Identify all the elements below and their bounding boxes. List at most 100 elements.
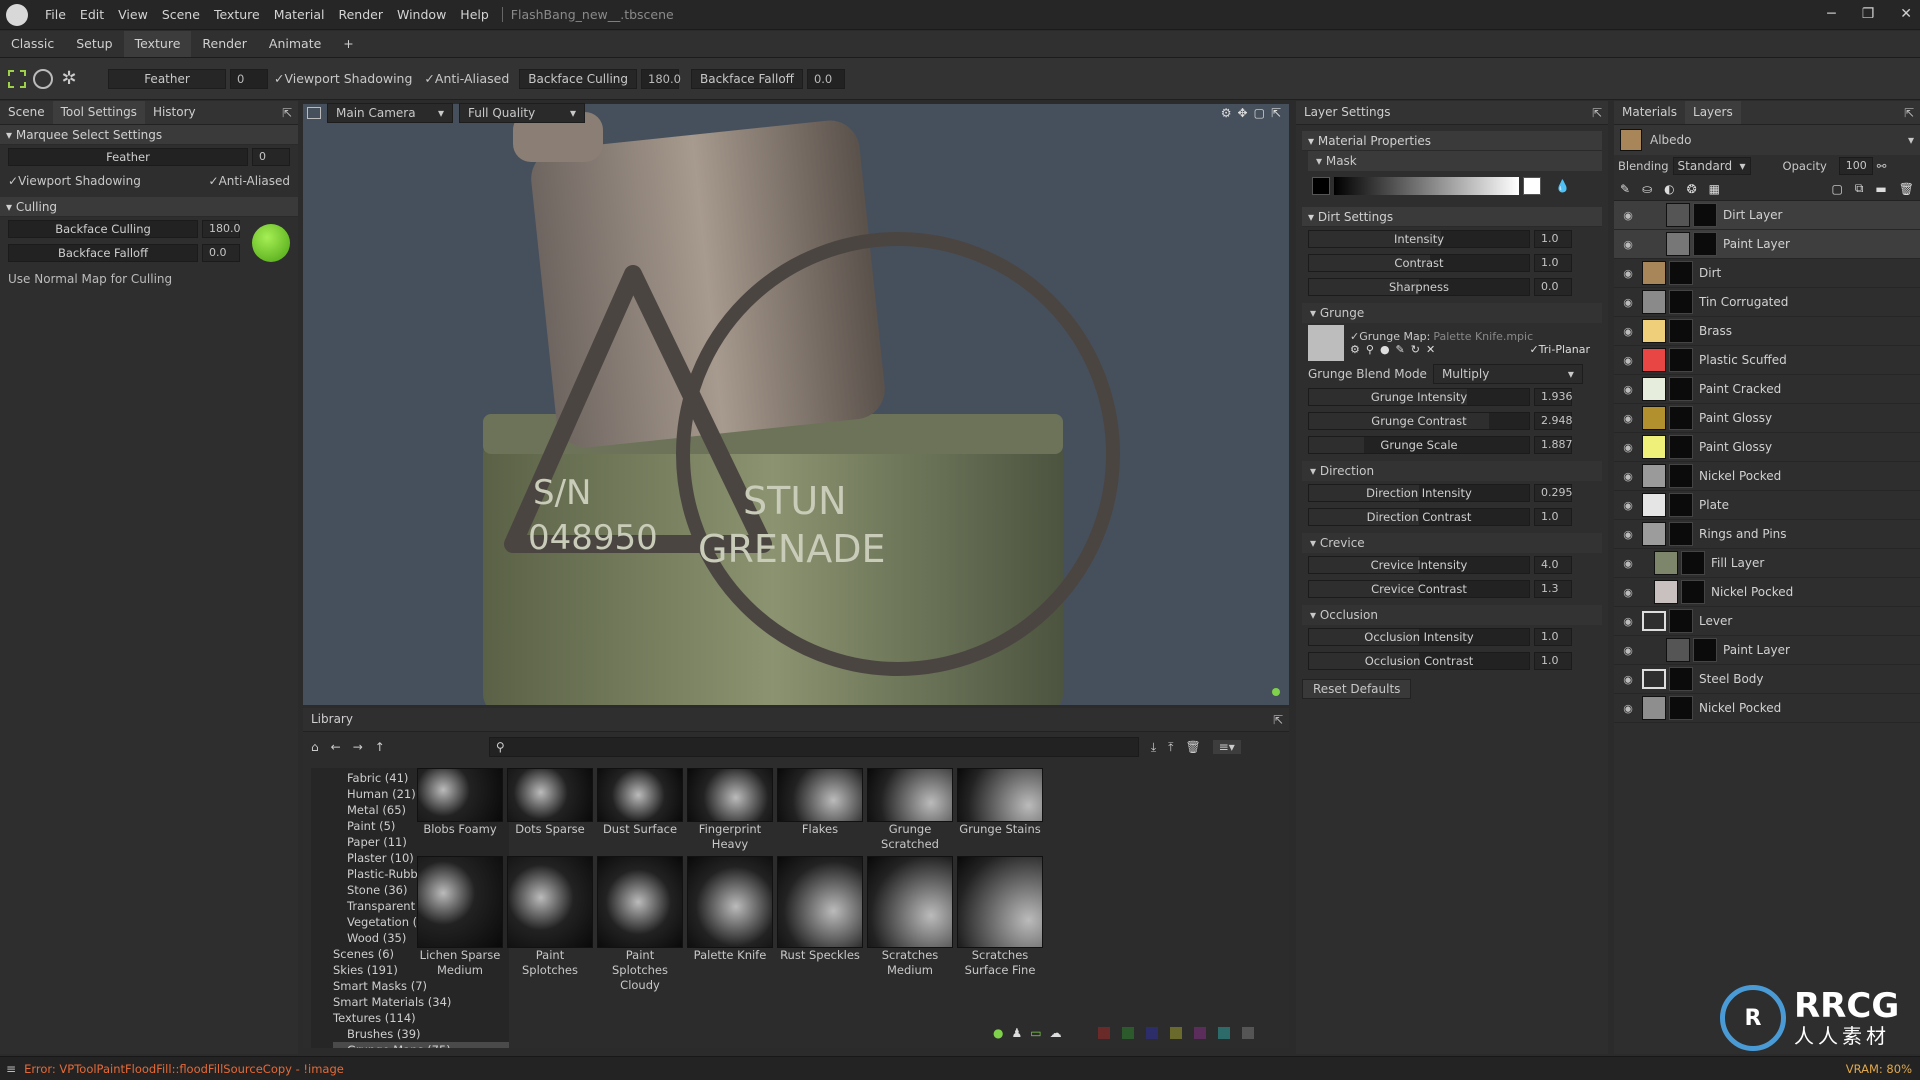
- backface-falloff-value[interactable]: 0.0: [202, 244, 240, 262]
- layer-row[interactable]: ◉ Dirt: [1614, 259, 1920, 288]
- eye-icon[interactable]: ◉: [1620, 383, 1636, 396]
- color-filter-swatch[interactable]: [1193, 1027, 1206, 1039]
- cloud-filter-icon[interactable]: ☁: [1050, 1026, 1062, 1040]
- color-filter-swatch[interactable]: [1217, 1027, 1230, 1039]
- setting-slider[interactable]: Grunge Scale: [1308, 436, 1530, 454]
- library-item[interactable]: Scratches Surface Fine: [957, 856, 1043, 993]
- eye-icon[interactable]: ◉: [1620, 586, 1636, 599]
- eye-icon[interactable]: ◉: [1620, 354, 1636, 367]
- color-filter-swatch[interactable]: [1241, 1027, 1254, 1039]
- setting-slider[interactable]: Occlusion Contrast: [1308, 652, 1530, 670]
- tab-add[interactable]: +: [332, 31, 364, 57]
- monitor-filter-icon[interactable]: ▭: [1030, 1026, 1041, 1040]
- grunge-blend-select[interactable]: Multiply ▾: [1432, 364, 1583, 384]
- link-icon[interactable]: ⚯: [1877, 159, 1887, 173]
- color-filter-swatch[interactable]: [1145, 1027, 1158, 1039]
- material-properties-header[interactable]: ▾ Material Properties: [1302, 131, 1602, 151]
- layer-row[interactable]: ◉ Paint Glossy: [1614, 404, 1920, 433]
- fill-icon[interactable]: ⛀: [1642, 182, 1652, 196]
- eye-icon[interactable]: ◉: [1620, 441, 1636, 454]
- library-item[interactable]: Grunge Scratched: [867, 768, 953, 852]
- close-icon[interactable]: ✕: [1426, 343, 1435, 356]
- occlusion-header[interactable]: ▾ Occlusion: [1302, 605, 1602, 625]
- person-filter-icon[interactable]: ♟: [1011, 1026, 1022, 1040]
- export-icon[interactable]: ⤒: [1168, 740, 1173, 755]
- paint-icon[interactable]: ●: [1380, 343, 1390, 356]
- library-item[interactable]: Grunge Stains: [957, 768, 1043, 852]
- setting-slider[interactable]: Direction Intensity: [1308, 484, 1530, 502]
- dirt-settings-header[interactable]: ▾ Dirt Settings: [1302, 207, 1602, 227]
- layer-row[interactable]: ◉ Brass: [1614, 317, 1920, 346]
- tab-scene[interactable]: Scene: [0, 101, 53, 124]
- tab-setup[interactable]: Setup: [65, 31, 123, 57]
- tree-item[interactable]: Grunge Maps (75): [333, 1042, 509, 1048]
- view-options-icon[interactable]: ≡▾: [1212, 740, 1241, 754]
- backface-culling-input[interactable]: 180.0: [641, 68, 681, 89]
- setting-value[interactable]: 2.948: [1534, 412, 1573, 430]
- layer-row[interactable]: ◉ Paint Layer: [1614, 230, 1920, 259]
- frame-icon[interactable]: ▢: [1254, 106, 1265, 120]
- feather-input[interactable]: 0: [230, 68, 268, 89]
- eye-icon[interactable]: ◉: [1620, 470, 1636, 483]
- undock-icon[interactable]: ⇱: [1592, 106, 1602, 120]
- layer-row[interactable]: ◉ Plate: [1614, 491, 1920, 520]
- backface-culling-slider[interactable]: Backface Culling: [8, 220, 198, 238]
- trash-icon[interactable]: 🗑: [1899, 182, 1914, 196]
- library-item[interactable]: Rust Speckles: [777, 856, 863, 993]
- library-item[interactable]: Scratches Medium: [867, 856, 953, 993]
- setting-slider[interactable]: Crevice Contrast: [1308, 580, 1530, 598]
- library-item[interactable]: Lichen Sparse Medium: [417, 856, 503, 993]
- library-item[interactable]: Palette Knife: [687, 856, 773, 993]
- camera-icon[interactable]: [307, 107, 321, 119]
- trash-icon[interactable]: 🗑: [1185, 740, 1200, 754]
- tab-layers[interactable]: Layers: [1685, 101, 1741, 124]
- import-icon[interactable]: ⤓: [1151, 740, 1156, 755]
- tri-planar-checkbox[interactable]: ✓Tri-Planar: [1529, 343, 1590, 356]
- anti-aliased-checkbox[interactable]: ✓Anti-Aliased: [209, 174, 290, 188]
- camera-select[interactable]: Main Camera ▾: [327, 103, 453, 123]
- eye-icon[interactable]: ◉: [1620, 528, 1636, 541]
- adjust-icon[interactable]: ◐: [1664, 182, 1674, 196]
- library-item[interactable]: Flakes: [777, 768, 863, 852]
- undock-icon[interactable]: ⇱: [282, 106, 292, 120]
- layer-row[interactable]: ◉ Steel Body: [1614, 665, 1920, 694]
- dropper-icon[interactable]: 💧: [1555, 179, 1570, 193]
- magic-wand-icon[interactable]: ✲: [56, 66, 82, 92]
- close-button[interactable]: ✕: [1900, 6, 1912, 22]
- backface-falloff-input[interactable]: 0.0: [806, 68, 845, 89]
- setting-slider[interactable]: Intensity: [1308, 230, 1530, 248]
- menu-file[interactable]: File: [38, 7, 73, 22]
- direction-header[interactable]: ▾ Direction: [1302, 461, 1602, 481]
- tab-materials[interactable]: Materials: [1614, 101, 1685, 124]
- setting-slider[interactable]: Sharpness: [1308, 278, 1530, 296]
- menu-material[interactable]: Material: [267, 7, 332, 22]
- undock-icon[interactable]: ⇱: [1904, 106, 1914, 120]
- setting-value[interactable]: 1.887: [1534, 436, 1573, 454]
- use-normal-map-checkbox[interactable]: Use Normal Map for Culling: [0, 267, 298, 291]
- undock-icon[interactable]: ⇱: [1273, 713, 1283, 727]
- layer-row[interactable]: ◉ Paint Layer: [1614, 636, 1920, 665]
- reset-defaults-button[interactable]: Reset Defaults: [1302, 679, 1412, 699]
- minimize-button[interactable]: ─: [1827, 6, 1835, 22]
- library-item[interactable]: Blobs Foamy: [417, 768, 503, 852]
- feather-slider[interactable]: Feather: [8, 148, 248, 166]
- viewport-shadowing-checkbox[interactable]: ✓Viewport Shadowing: [8, 174, 141, 188]
- grunge-header[interactable]: ▾ Grunge: [1302, 303, 1602, 323]
- backface-falloff-slider[interactable]: Backface Falloff: [8, 244, 198, 262]
- opacity-input[interactable]: 100: [1838, 157, 1873, 175]
- culling-header[interactable]: ▾ Culling: [0, 197, 298, 217]
- menu-window[interactable]: Window: [390, 7, 453, 22]
- undock-icon[interactable]: ⇱: [1271, 106, 1281, 120]
- setting-slider[interactable]: Grunge Intensity: [1308, 388, 1530, 406]
- mask-header[interactable]: ▾ Mask: [1308, 151, 1602, 171]
- color-filter-swatch[interactable]: [1169, 1027, 1182, 1039]
- effect-icon[interactable]: ❂: [1687, 182, 1697, 196]
- home-icon[interactable]: ⌂: [311, 740, 319, 754]
- anti-aliased-check[interactable]: ✓Anti-Aliased: [424, 71, 509, 86]
- eye-icon[interactable]: ◉: [1620, 615, 1636, 628]
- eye-icon[interactable]: ◉: [1620, 673, 1636, 686]
- library-item[interactable]: Fingerprint Heavy: [687, 768, 773, 852]
- menu-edit[interactable]: Edit: [73, 7, 111, 22]
- pencil-icon[interactable]: ✎: [1396, 343, 1405, 356]
- layer-row[interactable]: ◉ Dirt Layer: [1614, 201, 1920, 230]
